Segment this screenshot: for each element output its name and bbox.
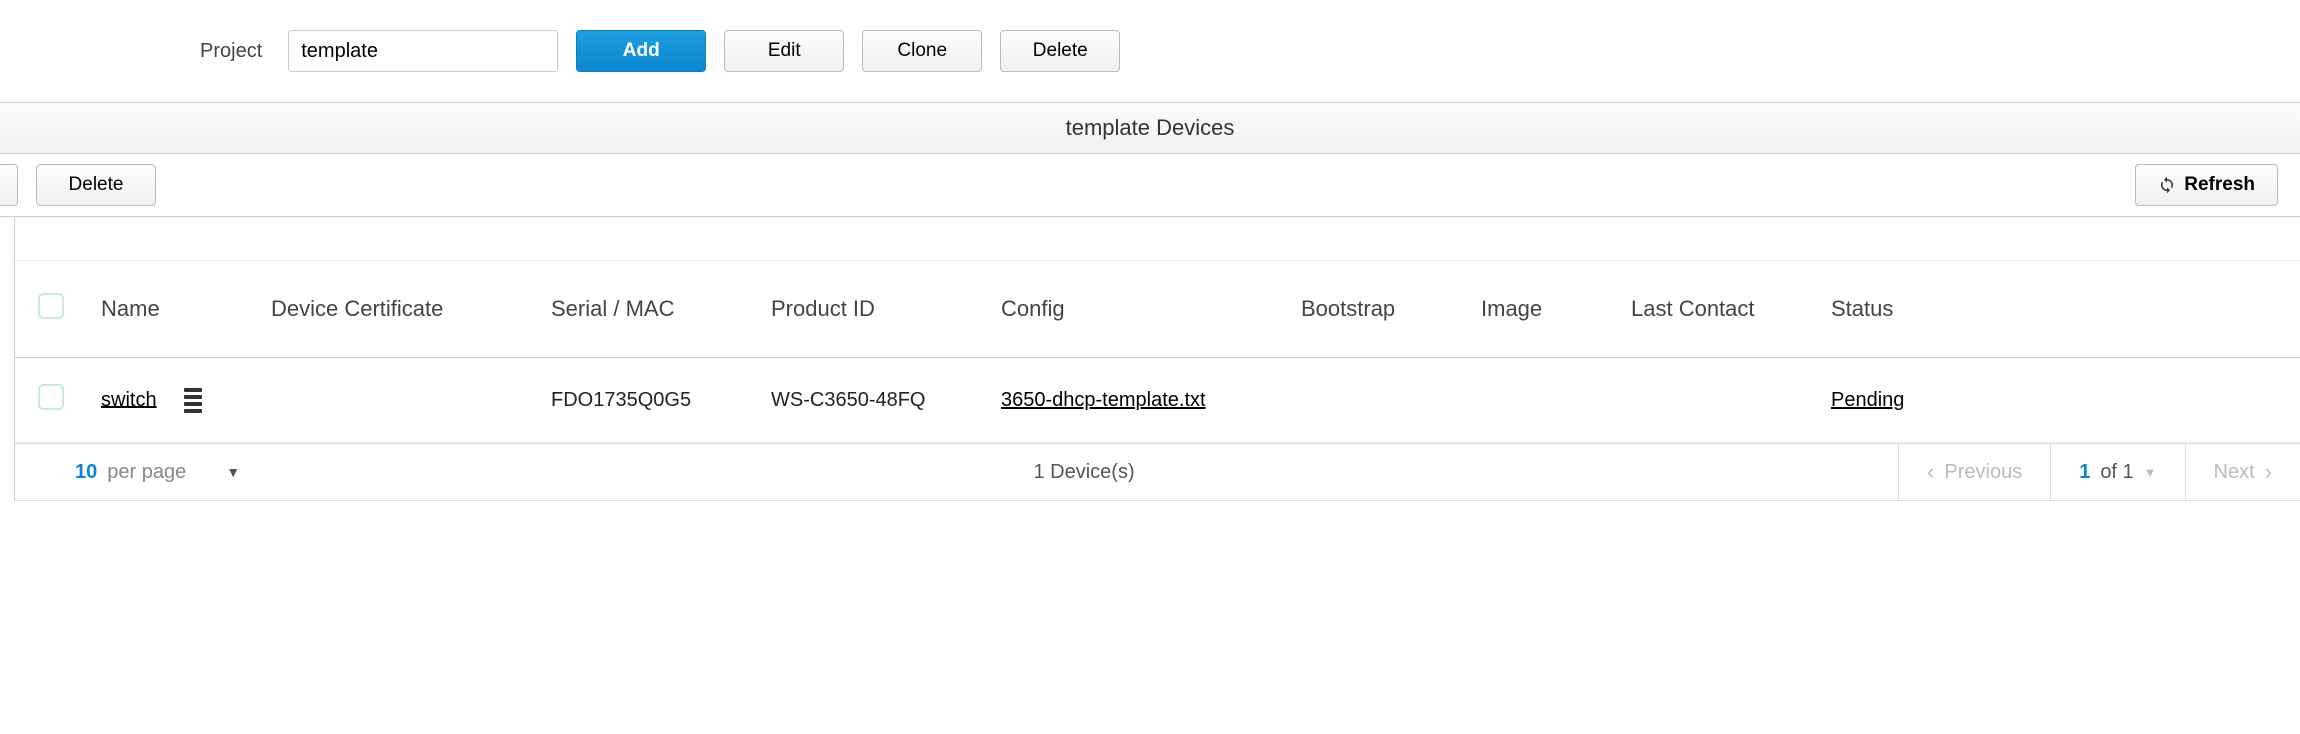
- refresh-label: Refresh: [2184, 174, 2255, 196]
- table-header-row: Name Device Certificate Serial / MAC Pro…: [15, 261, 2300, 358]
- header-config[interactable]: Config: [987, 261, 1287, 358]
- header-name[interactable]: Name: [87, 261, 257, 358]
- add-button[interactable]: Add: [576, 30, 706, 72]
- header-checkbox-cell: [15, 261, 87, 358]
- header-bootstrap[interactable]: Bootstrap: [1287, 261, 1467, 358]
- device-table: Name Device Certificate Serial / MAC Pro…: [15, 261, 2300, 443]
- cell-cert: [257, 358, 537, 443]
- section-title: template Devices: [0, 102, 2300, 154]
- cell-image: [1467, 358, 1617, 443]
- next-button[interactable]: Next ›: [2185, 444, 2300, 500]
- refresh-button[interactable]: Refresh: [2135, 164, 2278, 206]
- delete-device-button[interactable]: Delete: [36, 164, 156, 206]
- page-current: 1: [2079, 461, 2090, 484]
- cell-status: Pending: [1817, 358, 2300, 443]
- page-indicator[interactable]: 1 of 1 ▼: [2050, 444, 2184, 500]
- next-label: Next: [2214, 461, 2255, 484]
- cell-last-contact: [1617, 358, 1817, 443]
- header-serial[interactable]: Serial / MAC: [537, 261, 757, 358]
- clone-button[interactable]: Clone: [862, 30, 982, 72]
- page-of: of 1: [2100, 461, 2133, 484]
- header-image[interactable]: Image: [1467, 261, 1617, 358]
- header-cert[interactable]: Device Certificate: [257, 261, 537, 358]
- project-toolbar: Project Add Edit Clone Delete: [0, 0, 2300, 102]
- pager: 10 per page ▼ 1 Device(s) ‹ Previous 1 o…: [15, 443, 2300, 501]
- truncated-button[interactable]: [0, 164, 18, 206]
- cell-product: WS-C3650-48FQ: [757, 358, 987, 443]
- select-all-checkbox[interactable]: [38, 293, 64, 319]
- project-input[interactable]: [288, 30, 558, 72]
- config-link[interactable]: 3650-dhcp-template.txt: [1001, 389, 1206, 411]
- chevron-right-icon: ›: [2265, 459, 2272, 485]
- cell-serial: FDO1735Q0G5: [537, 358, 757, 443]
- project-label: Project: [200, 40, 262, 63]
- previous-label: Previous: [1944, 461, 2022, 484]
- row-checkbox-cell: [15, 358, 87, 443]
- action-row: Delete Refresh: [0, 154, 2300, 217]
- device-name-link[interactable]: switch: [101, 388, 157, 410]
- cell-config: 3650-dhcp-template.txt: [987, 358, 1287, 443]
- dropdown-triangle-icon: ▼: [2144, 465, 2157, 480]
- refresh-icon: [2158, 176, 2176, 194]
- header-last-contact[interactable]: Last Contact: [1617, 261, 1817, 358]
- device-table-wrap: Name Device Certificate Serial / MAC Pro…: [14, 217, 2300, 501]
- per-page-count: 10: [75, 461, 97, 484]
- row-checkbox[interactable]: [38, 384, 64, 410]
- per-page-label: per page: [107, 461, 186, 484]
- status-link[interactable]: Pending: [1831, 389, 1904, 411]
- pager-summary: 1 Device(s): [270, 444, 1898, 500]
- header-product[interactable]: Product ID: [757, 261, 987, 358]
- chevron-left-icon: ‹: [1927, 459, 1934, 485]
- stack-icon[interactable]: [184, 388, 202, 413]
- per-page-control[interactable]: 10 per page ▼: [15, 444, 270, 500]
- dropdown-triangle-icon: ▼: [226, 464, 240, 480]
- table-row: switch FDO1735Q0G5 WS-C3650-48FQ 3650-dh…: [15, 358, 2300, 443]
- cell-bootstrap: [1287, 358, 1467, 443]
- edit-button[interactable]: Edit: [724, 30, 844, 72]
- table-spacer: [15, 217, 2300, 261]
- delete-project-button[interactable]: Delete: [1000, 30, 1120, 72]
- header-status[interactable]: Status: [1817, 261, 2300, 358]
- previous-button[interactable]: ‹ Previous: [1898, 444, 2050, 500]
- cell-name: switch: [87, 358, 257, 443]
